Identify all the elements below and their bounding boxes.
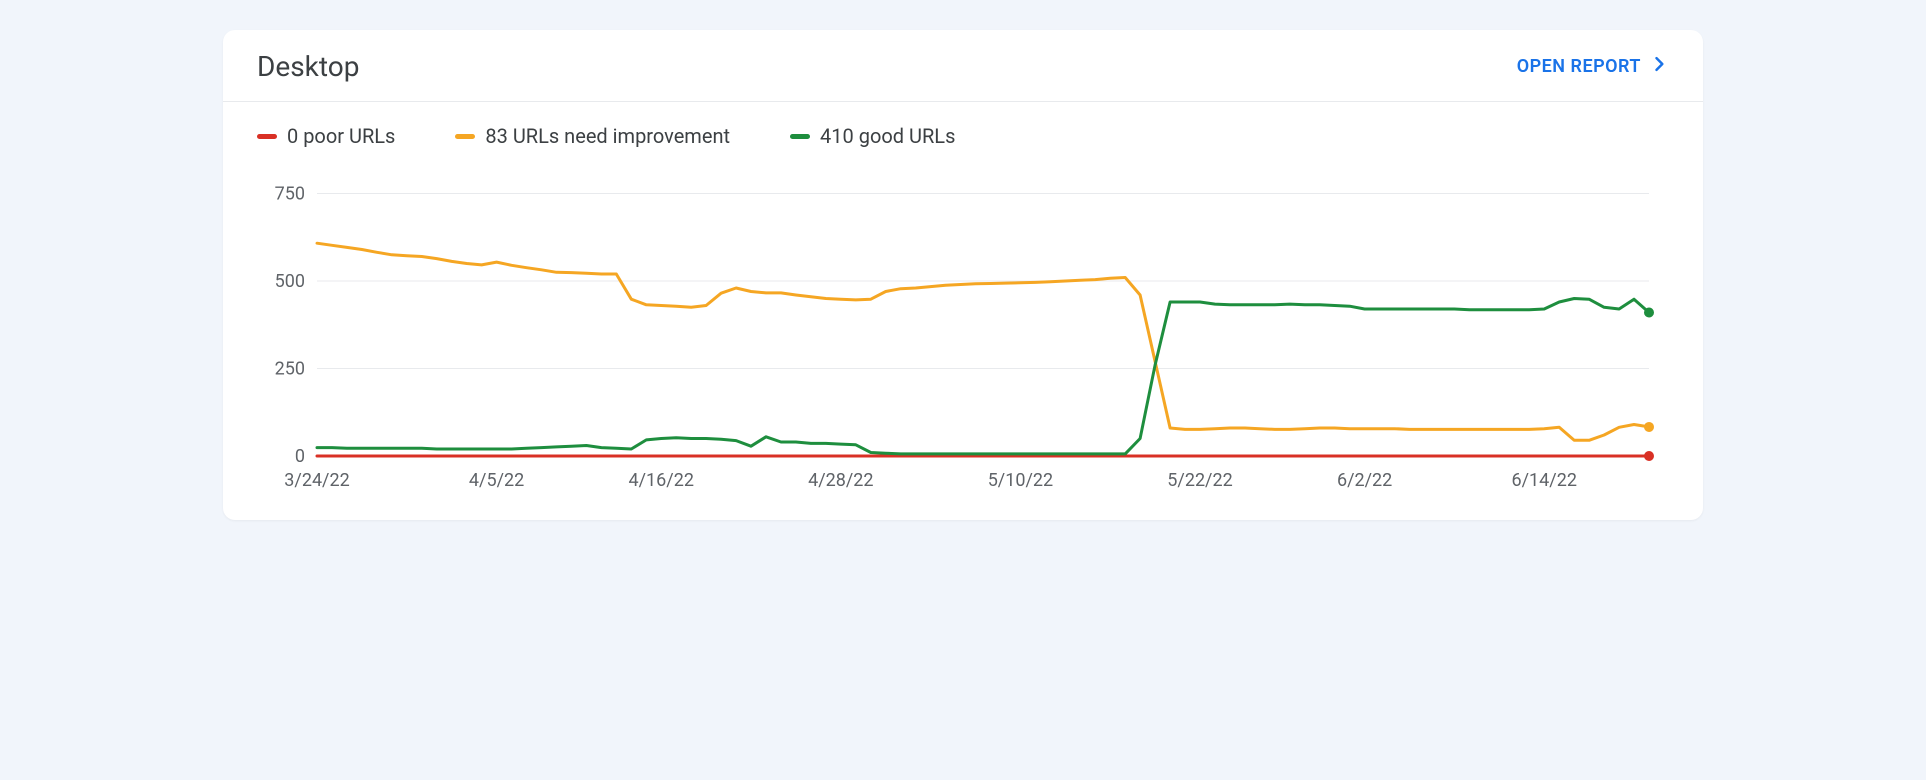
x-tick-label: 4/16/22 xyxy=(629,470,694,491)
y-tick-label: 0 xyxy=(295,446,305,467)
series-end-dot-good xyxy=(1644,308,1654,318)
legend-label-good: 410 good URLs xyxy=(820,124,955,148)
x-tick-label: 4/28/22 xyxy=(808,470,873,491)
card-title: Desktop xyxy=(257,50,359,83)
x-tick-label: 4/5/22 xyxy=(469,470,524,491)
core-web-vitals-card: Desktop OPEN REPORT 0 poor URLs 83 URLs … xyxy=(223,30,1703,520)
card-header: Desktop OPEN REPORT xyxy=(223,30,1703,102)
open-report-link[interactable]: OPEN REPORT xyxy=(1517,54,1669,79)
chevron-right-icon xyxy=(1649,54,1669,79)
legend-label-need-improvement: 83 URLs need improvement xyxy=(485,124,730,148)
x-tick-label: 5/22/22 xyxy=(1167,470,1232,491)
series-end-dot-poor xyxy=(1644,451,1654,461)
line-chart: 0 250 500 750 3/24/22 4/5/22 4/16/22 4/28/22 5/1… xyxy=(257,166,1669,496)
x-tick-label: 6/14/22 xyxy=(1512,470,1577,491)
swatch-good xyxy=(790,134,810,139)
x-tick-label: 6/2/22 xyxy=(1337,470,1392,491)
legend-item-good[interactable]: 410 good URLs xyxy=(790,124,955,148)
y-tick-label: 250 xyxy=(275,359,305,380)
y-tick-label: 500 xyxy=(275,271,305,292)
x-tick-label: 3/24/22 xyxy=(284,470,349,491)
swatch-poor xyxy=(257,134,277,139)
x-tick-label: 5/10/22 xyxy=(988,470,1053,491)
legend-item-need-improvement[interactable]: 83 URLs need improvement xyxy=(455,124,730,148)
y-tick-label: 750 xyxy=(275,184,305,205)
chart-area: 0 250 500 750 3/24/22 4/5/22 4/16/22 4/28/22 5/1… xyxy=(223,156,1703,520)
series-end-dot-need_improvement xyxy=(1644,422,1654,432)
open-report-label: OPEN REPORT xyxy=(1517,56,1641,77)
swatch-need-improvement xyxy=(455,134,475,139)
legend: 0 poor URLs 83 URLs need improvement 410… xyxy=(223,102,1703,156)
legend-item-poor[interactable]: 0 poor URLs xyxy=(257,124,395,148)
legend-label-poor: 0 poor URLs xyxy=(287,124,395,148)
series-line-need_improvement xyxy=(317,243,1649,440)
